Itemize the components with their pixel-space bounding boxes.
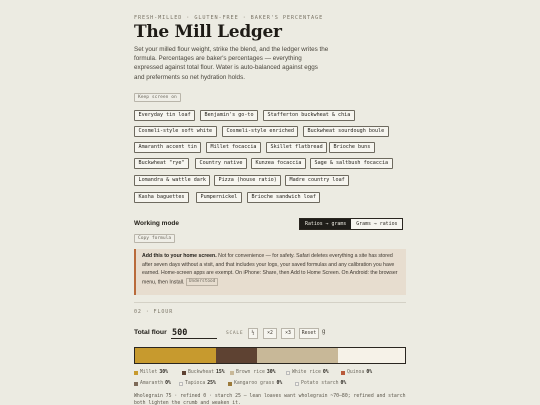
preset-chip[interactable]: Stafferton buckwheat & chia (263, 110, 355, 121)
working-mode-label: Working mode (134, 220, 180, 227)
scale-half-button[interactable]: ½ (248, 328, 258, 339)
mode-grams-to-ratios[interactable]: Grams → ratios (351, 219, 403, 229)
preset-chip[interactable]: Pumpernickel (196, 192, 242, 203)
legend-pct: 0% (276, 381, 283, 386)
legend-pct: 30% (266, 370, 276, 375)
legend-item-white-rice: White rice 0% (286, 370, 329, 375)
total-flour-input[interactable] (171, 327, 217, 339)
legend-item-tapioca: Tapioca 25% (179, 381, 216, 386)
preset-chip[interactable]: Kasha baguettes (134, 192, 190, 203)
blend-segment-buckwheat (216, 348, 257, 363)
flour-unit: g (322, 329, 326, 335)
legend-name: Millet (140, 370, 158, 375)
legend-name: Quinoa (347, 370, 365, 375)
copy-formula-button[interactable]: Copy formula (134, 234, 176, 243)
preset-chip[interactable]: Amaranth accent tin (134, 142, 202, 153)
legend-name: Brown rice (236, 370, 265, 375)
section-divider (134, 302, 406, 303)
preset-chip[interactable]: Brioche buns (329, 142, 375, 153)
legend-name: Kangaroo grass (234, 381, 275, 386)
legend-item-millet: Millet 30% (134, 370, 168, 375)
keep-screen-on-button[interactable]: Keep screen on (134, 93, 181, 102)
preset-chip[interactable]: Country native (195, 158, 247, 169)
flour-section-kicker: 02 · FLOUR (134, 309, 174, 315)
legend-swatch (179, 381, 183, 386)
legend-pct: 0% (322, 370, 329, 375)
preset-chip[interactable]: Lomandra & wattle dark (134, 175, 211, 186)
preset-chip[interactable]: Buckwheat sourdough boule (303, 126, 389, 137)
preset-chip[interactable]: Everyday tin loaf (134, 110, 196, 121)
preset-chip[interactable]: Sage & saltbush focaccia (310, 158, 393, 169)
legend-pct: 0% (340, 381, 347, 386)
legend-swatch (295, 381, 299, 386)
legend-item-quinoa: Quinoa 0% (341, 370, 372, 375)
blend-segment-brown-rice (256, 348, 338, 363)
page-title: The Mill Ledger (134, 22, 282, 42)
preset-chip[interactable]: Buckwheat "rye" (134, 158, 190, 169)
scale-triple-button[interactable]: ×3 (281, 328, 295, 339)
legend-item-brown-rice: Brown rice 30% (230, 370, 276, 375)
preset-chip[interactable]: Millet focaccia (206, 142, 262, 153)
blend-segment-tapioca (337, 348, 405, 363)
legend-name: White rice (292, 370, 321, 375)
notice-strong: Add this to your home screen. (142, 253, 217, 259)
mode-ratios-to-grams[interactable]: Ratios → grams (300, 219, 352, 229)
legend-swatch (286, 370, 290, 375)
legend-pct: 25% (207, 381, 216, 386)
preset-chip[interactable]: Brioche sandwich loaf (247, 192, 321, 203)
blend-segment-millet (135, 348, 216, 363)
legend-item-amaranth: Amaranth 0% (134, 381, 171, 386)
legend-name: Buckwheat (188, 370, 214, 375)
scale-reset-button[interactable]: Reset (299, 328, 319, 339)
preset-chip[interactable]: Skillet flatbread (266, 142, 328, 153)
legend-swatch (134, 370, 138, 375)
preset-chip[interactable]: Cosmeli-style enriched (222, 126, 299, 137)
legend-swatch (228, 381, 232, 386)
legend-name: Potato starch (301, 381, 339, 386)
legend-item-potato-starch: Potato starch 0% (295, 381, 346, 386)
legend-pct: 0% (165, 381, 171, 386)
preset-chip[interactable]: Kunzea focaccia (251, 158, 307, 169)
legend-pct: 30% (159, 370, 168, 375)
legend-name: Tapioca (185, 381, 206, 386)
home-screen-notice: Add this to your home screen. Not for co… (134, 249, 406, 295)
legend-swatch (341, 370, 345, 375)
legend-item-buckwheat: Buckwheat 15% (182, 370, 225, 375)
legend-pct: 0% (366, 370, 373, 375)
preset-chip[interactable]: Madre country loaf (285, 175, 350, 186)
blend-bar (134, 347, 406, 364)
preset-chip[interactable]: Cosmeli-style soft white (134, 126, 217, 137)
total-flour-label: Total flour (134, 329, 167, 336)
intro-text: Set your milled flour weight, strike the… (134, 46, 329, 81)
notice-dismiss-button[interactable]: Understood (185, 277, 219, 286)
scale-label: SCALE (226, 331, 244, 336)
legend-pct: 15% (216, 370, 225, 375)
legend-item-kangaroo-grass: Kangaroo grass 0% (228, 381, 282, 386)
preset-chip[interactable]: Pizza (house ratio) (214, 175, 282, 186)
scale-double-button[interactable]: ×2 (263, 328, 277, 339)
legend-swatch (230, 370, 234, 375)
legend-swatch (134, 381, 138, 386)
legend-swatch (182, 370, 186, 375)
preset-chip[interactable]: Benjamin's go-to (200, 110, 259, 121)
blend-footnote: Wholegrain 75 · refined 0 · starch 25 — … (134, 394, 406, 405)
header-kicker: FRESH-MILLED · GLUTEN-FREE · BAKER'S PER… (134, 15, 324, 21)
working-mode-toggle: Ratios → grams Grams → ratios (299, 218, 404, 230)
legend-name: Amaranth (140, 381, 164, 386)
